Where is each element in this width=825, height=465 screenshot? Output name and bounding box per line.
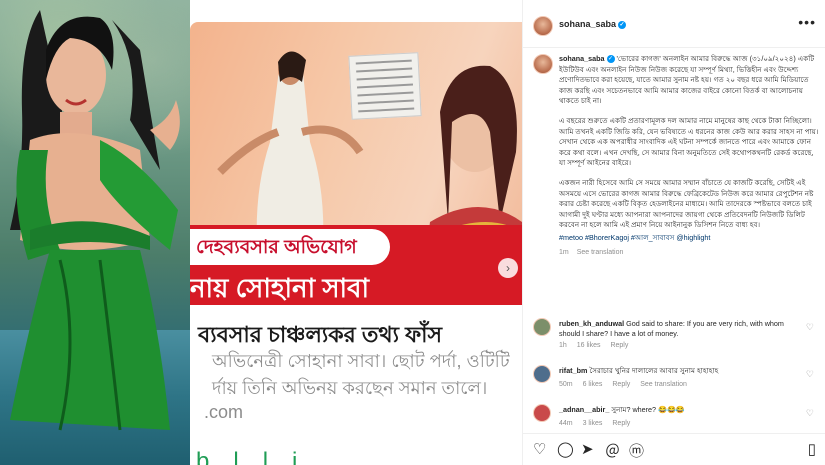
comment-likes[interactable]: 6 likes <box>583 381 603 388</box>
comment-meta: 44m 3 likes Reply <box>559 420 638 427</box>
comment-meta: 50m 6 likes Reply See translation <box>559 381 695 388</box>
article-subtext: অভিনেত্রী সোহানা সাবা। ছোট পর্দা, ওটিটি … <box>212 348 522 402</box>
see-translation-link[interactable]: See translation <box>640 381 687 388</box>
woman-in-green-saree-photo <box>10 10 180 431</box>
comment-text: rifat_bm সৈরাচার খুনির দালালের আবার সুনা… <box>559 366 799 376</box>
article-subtext-line-1: অভিনেত্রী সোহানা সাবা। ছোট পর্দা, ওটিটি <box>212 351 510 371</box>
caption-meta: 1m See translation <box>559 248 821 259</box>
verified-badge-icon: ✓ <box>606 55 615 64</box>
caption-paragraph-3: একজন নারী হিসেবে আমি সে সময়ে আমার সম্মা… <box>559 177 814 230</box>
reply-button[interactable]: Reply <box>610 342 628 349</box>
comment-likes[interactable]: 3 likes <box>583 420 603 427</box>
share-icon[interactable]: ➤ <box>581 440 594 458</box>
avatar[interactable] <box>533 404 551 422</box>
banner-line-1: দেহব্যবসার অভিযোগ <box>196 237 357 258</box>
comment-time: 50m <box>559 381 573 388</box>
comment-time: 44m <box>559 420 573 427</box>
comment-meta: 1h 16 likes Reply <box>559 342 636 349</box>
carousel-next-button[interactable]: › <box>498 258 518 278</box>
reply-button[interactable]: Reply <box>612 420 630 427</box>
heart-icon[interactable]: ♡ <box>806 369 814 380</box>
comment-username[interactable]: rifat_bm <box>559 366 587 375</box>
heart-icon[interactable]: ♡ <box>806 408 814 419</box>
caption-hashtags[interactable]: #metoo #BhorerKagoj #আল_সাবাবস @highligh… <box>559 233 821 244</box>
comment-username[interactable]: _adnan__abir_ <box>559 405 609 414</box>
comment-icon[interactable]: ◯ <box>557 440 574 458</box>
avatar[interactable] <box>533 318 551 336</box>
heart-icon[interactable]: ♡ <box>806 322 814 333</box>
avatar[interactable] <box>533 16 553 36</box>
left-photo <box>0 0 190 465</box>
article-red-banner: দেহব্যবসার অভিযোগ নায় সোহানা সাবা <box>190 225 522 305</box>
chevron-right-icon: › <box>506 261 510 275</box>
comment-body: সৈরাচার খুনির দালালের আবার সুনাম হাহাহাহ <box>589 366 719 375</box>
instagram-post-panel: sohana_saba ✓ ••• sohana_saba ✓ 'ভোরের কাগ… <box>522 0 825 465</box>
ellipsis-icon[interactable]: ••• <box>798 14 816 30</box>
threads-icon[interactable]: ＠ <box>605 440 620 461</box>
comment-username[interactable]: ruben_kh_anduwal <box>559 319 624 328</box>
article-subtext-line-2: র্দায় তিনি অভিনয় করছেন সমান তালে। <box>212 378 488 398</box>
heart-icon[interactable]: ♡ <box>533 440 546 458</box>
avatar[interactable] <box>533 54 553 74</box>
bookmark-icon[interactable]: ▯ <box>808 440 816 458</box>
post-header: sohana_saba ✓ ••• <box>523 0 825 48</box>
comment-text: _adnan__abir_ সুনাম? where? 😂😂😂 <box>559 405 799 415</box>
caption-paragraph-2: এ বছরের শুরুতে একটি প্রতারণামূলক দল আমার… <box>559 115 819 168</box>
comment-likes[interactable]: 16 likes <box>577 342 601 349</box>
comment-body: সুনাম? where? 😂😂😂 <box>611 405 685 414</box>
comment-text: ruben_kh_anduwal God said to share: If y… <box>559 319 799 340</box>
banner-line-2: নায় সোহানা সাবা <box>190 273 370 303</box>
caption-time: 1m <box>559 248 569 256</box>
messenger-icon[interactable]: ⓜ <box>629 440 644 461</box>
reply-button[interactable]: Reply <box>612 381 630 388</box>
caption-username[interactable]: sohana_saba <box>559 54 605 63</box>
see-translation-link[interactable]: See translation <box>577 249 624 256</box>
caption-body: sohana_saba ✓ 'ভোরের কাগজ' অনলাইন আমার বি… <box>559 54 821 258</box>
post-actions-bar: ♡ ◯ ➤ ＠ ⓜ ▯ <box>523 433 825 465</box>
username-text[interactable]: sohana_saba <box>559 19 616 29</box>
article-url-fragment: .com <box>204 402 244 422</box>
comment-time: 1h <box>559 342 567 349</box>
article-screenshot: দেহব্যবসার অভিযোগ নায় সোহানা সাবা › ব্য… <box>190 0 522 465</box>
post-username[interactable]: sohana_saba ✓ <box>559 19 627 29</box>
avatar[interactable] <box>533 365 551 383</box>
article-bottom-text: b...l...l...i.... <box>196 448 330 465</box>
verified-badge-icon: ✓ <box>618 20 627 29</box>
